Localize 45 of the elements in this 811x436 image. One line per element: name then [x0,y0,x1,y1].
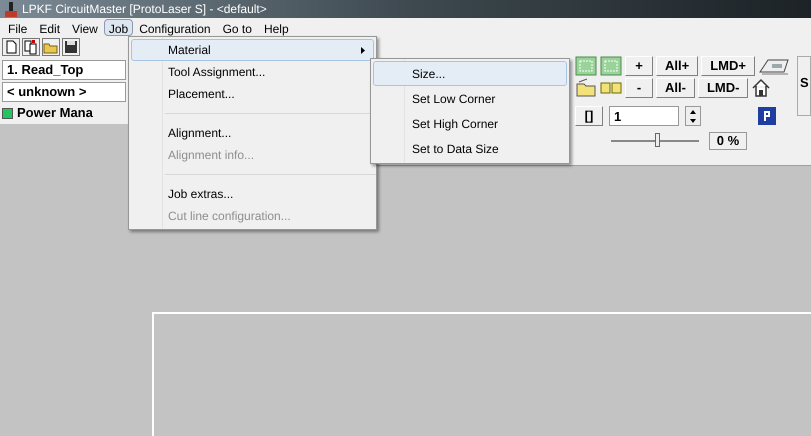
menu-option[interactable]: Job extras... [131,183,374,205]
menu-option[interactable]: Material [131,39,374,61]
menu-item[interactable]: Help [258,18,295,36]
menu-option[interactable]: Size... [373,61,567,86]
menu-item[interactable]: File [2,18,34,36]
board-icon[interactable] [575,56,597,76]
app-logo-icon [4,2,18,16]
menu-option[interactable]: Alignment... [131,122,374,144]
tool-field[interactable]: < unknown > [2,82,126,102]
up-arrow-icon[interactable] [690,110,696,114]
menu-item[interactable]: View [66,18,104,36]
toolbar-button[interactable]: LMD+ [701,56,755,76]
toolbar-button[interactable]: LMD- [698,78,748,98]
save-icon[interactable] [62,38,80,56]
menu-item[interactable]: Go to [216,18,258,36]
submenu-arrow-icon [361,46,365,54]
house-icon[interactable] [751,78,772,98]
slider-thumb[interactable] [654,133,660,147]
phase-field[interactable]: 1. Read_Top [2,60,126,80]
toolbar-button[interactable]: All- [656,78,695,98]
menu-item[interactable]: Edit [33,18,66,36]
new-file-icon[interactable] [2,38,20,56]
menu-option[interactable]: Set High Corner [373,111,567,136]
menu-option[interactable]: Tool Assignment... [131,61,374,83]
power-label: Power Mana [17,104,93,122]
count-field[interactable]: 1 [609,106,679,126]
toolbar-button[interactable]: All+ [656,56,698,76]
spin-control[interactable] [685,106,701,126]
menu-option[interactable]: Placement... [131,83,374,105]
menu-option[interactable]: Set to Data Size [373,136,567,161]
bracket-button[interactable]: [] [575,106,603,126]
folder-icon[interactable] [575,78,597,98]
open-folder-icon[interactable] [42,38,60,56]
progress-reading: 0 % [709,132,747,150]
down-arrow-icon[interactable] [690,118,696,122]
menu-item[interactable]: Configuration [133,18,217,36]
copy-file-icon[interactable] [22,38,40,56]
toolbar-button[interactable]: - [625,78,653,98]
menu-item[interactable]: Job [104,18,134,36]
window-title: LPKF CircuitMaster [ProtoLaser S] - <default> [22,1,267,18]
parking-icon[interactable] [757,106,777,126]
board-icon[interactable] [600,56,622,76]
toolbar-button[interactable]: + [625,56,653,76]
menu-option[interactable]: Set Low Corner [373,86,567,111]
side-panel: S [797,56,811,116]
